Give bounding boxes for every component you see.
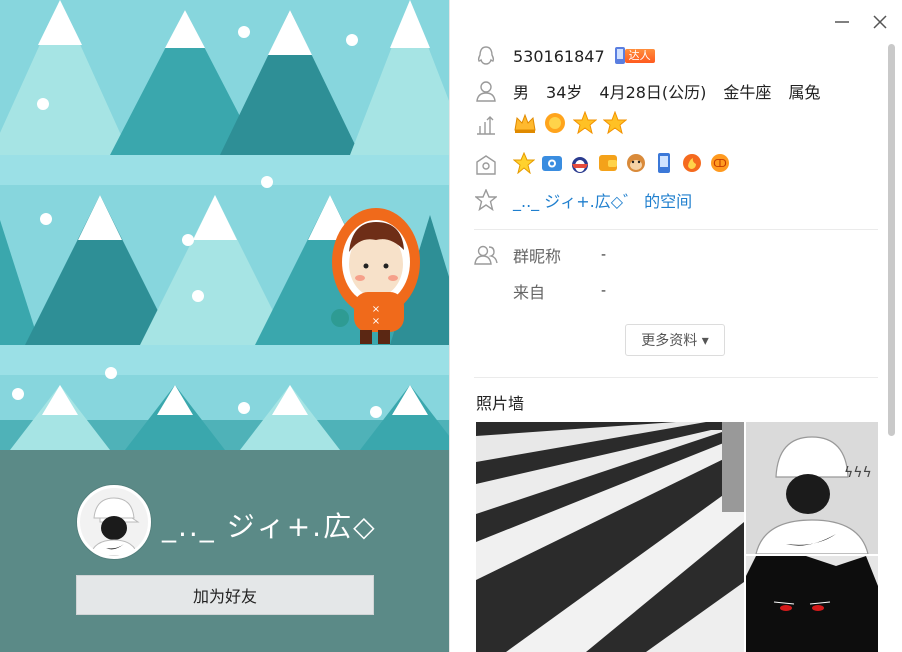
qq-number: 530161847 [513, 46, 605, 66]
star-icon[interactable] [602, 110, 628, 139]
svg-text:ϟϟϟ: ϟϟϟ [844, 465, 872, 481]
star-outline-icon [474, 188, 498, 212]
group-nickname-label: 群昵称 [513, 247, 562, 266]
from-label: 来自 [513, 283, 546, 302]
more-info-button[interactable]: 更多资料 ▾ [625, 324, 725, 356]
user-icon [474, 79, 498, 103]
level-row [474, 110, 633, 139]
from-value: - [601, 283, 607, 299]
profile-cover-panel: × × _.._ ジィ+.広◇ 加为好友 [0, 0, 449, 652]
divider [474, 229, 878, 230]
avatar-image [80, 488, 148, 556]
qzone-link[interactable]: _.._ ジィ+.広◇゛ 的空间 [513, 188, 692, 212]
divider [474, 377, 878, 378]
scrollbar[interactable] [888, 44, 895, 436]
nickname: _.._ ジィ+.広◇ [162, 510, 377, 543]
basic-info-row: 男 34岁 4月28日(公历) 金牛座 属兔 [474, 78, 837, 104]
group-icon [474, 243, 498, 267]
from-row: 来自 - [474, 278, 606, 304]
sun-icon[interactable] [543, 111, 567, 139]
penguin-game-icon[interactable] [569, 152, 591, 178]
home-icon [474, 153, 498, 177]
close-button[interactable] [868, 10, 892, 34]
level-icon [474, 113, 498, 137]
daren-tag: 达人 [624, 49, 655, 63]
avatar[interactable] [77, 485, 151, 559]
pet-icon[interactable]: ↀ [709, 152, 731, 178]
star-icon[interactable] [572, 110, 598, 139]
space-row: _.._ ジィ+.広◇゛ 的空间 [474, 187, 692, 213]
minimize-icon [835, 21, 849, 23]
monkey-icon[interactable] [625, 152, 647, 178]
crown-icon[interactable] [513, 112, 537, 138]
winter-tree-illustration: × × [0, 0, 449, 450]
gender: 男 [513, 83, 530, 102]
chinese-zodiac: 属兔 [788, 83, 821, 102]
vip-star-icon[interactable] [512, 151, 536, 178]
photo-wall-title: 照片墙 [476, 394, 525, 413]
profile-summary: _.._ ジィ+.広◇ 加为好友 [0, 450, 449, 652]
group-nickname-row: 群昵称 - [474, 242, 606, 268]
photo-wall: ϟϟϟ [476, 422, 878, 652]
svg-text:×: × [372, 304, 380, 315]
close-icon [873, 15, 887, 29]
profile-details-panel: 530161847 达人 男 34岁 4月28日(公历) 金牛座 属兔 ↀ _.… [449, 0, 902, 652]
qq-number-row: 530161847 达人 [474, 43, 655, 69]
birthday: 4月28日(公历) [599, 83, 707, 102]
photo-anime-character[interactable] [746, 556, 878, 652]
minimize-button[interactable] [830, 10, 854, 34]
photo-crosswalk[interactable] [476, 422, 744, 652]
fire-icon[interactable] [681, 152, 703, 178]
cover-image: × × [0, 0, 449, 450]
photo-icon[interactable] [541, 152, 563, 178]
zodiac: 金牛座 [723, 83, 772, 102]
mobile-icon[interactable] [653, 152, 675, 178]
penguin-icon [474, 44, 498, 68]
photo-cap-avatar[interactable]: ϟϟϟ [746, 422, 878, 554]
group-nickname-value: - [601, 247, 607, 263]
wallet-icon[interactable] [597, 152, 619, 178]
svg-text:×: × [372, 316, 380, 327]
age: 34岁 [546, 83, 583, 102]
daren-badge[interactable]: 达人 [613, 46, 655, 66]
add-friend-button[interactable]: 加为好友 [76, 575, 374, 615]
services-row: ↀ [474, 151, 737, 178]
svg-text:ↀ: ↀ [713, 157, 727, 170]
